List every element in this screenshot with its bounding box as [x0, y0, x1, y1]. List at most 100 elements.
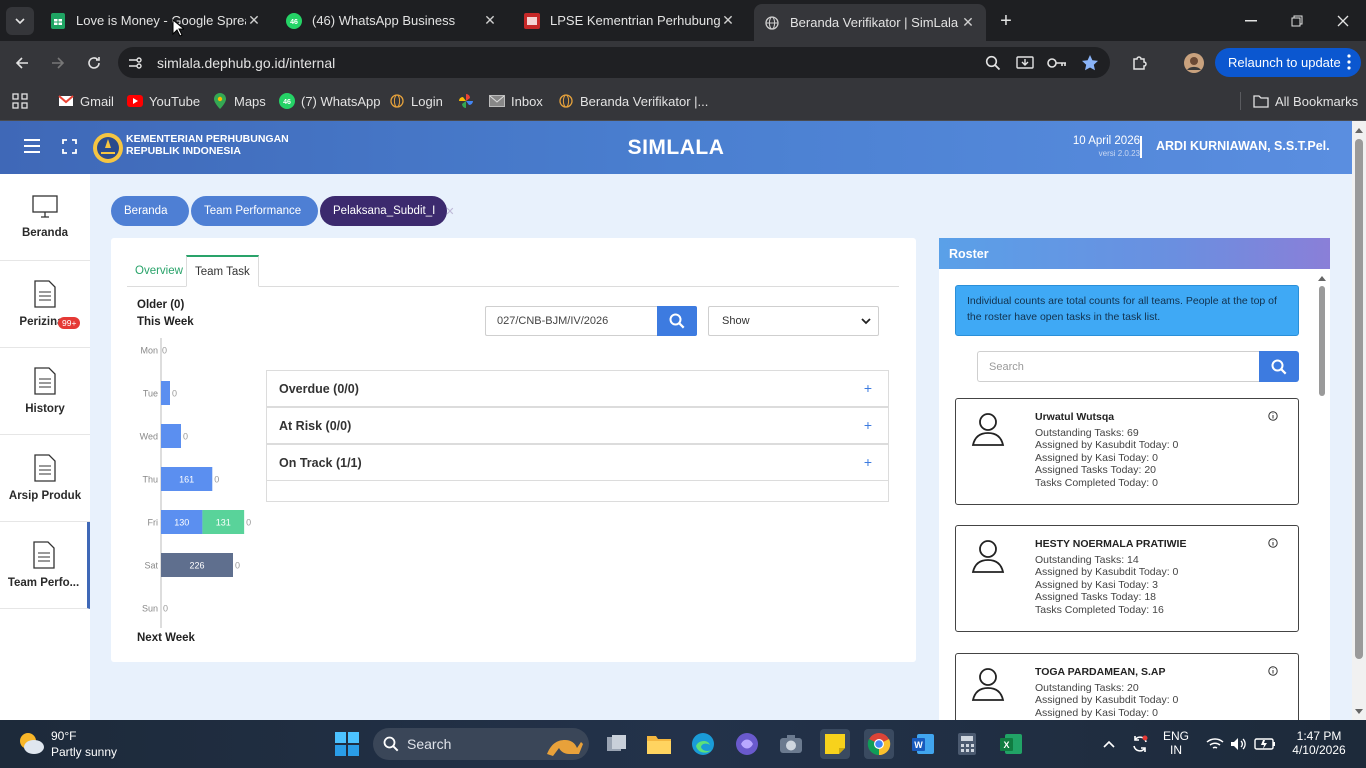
roster-person-card[interactable]: Urwatul Wutsqa Outstanding Tasks: 69 Ass… — [955, 398, 1299, 505]
tab-team-task[interactable]: Team Task — [186, 255, 259, 287]
browser-tab-sheets[interactable]: Love is Money - Google Spread ✕ — [40, 0, 272, 41]
relaunch-button[interactable]: Relaunch to update — [1215, 48, 1361, 77]
back-button[interactable] — [10, 51, 34, 75]
breadcrumb-beranda[interactable]: Beranda — [111, 196, 189, 226]
weather-sun-icon[interactable] — [16, 730, 46, 756]
word-icon[interactable]: W — [908, 729, 938, 759]
more-vert-icon — [1347, 54, 1351, 70]
info-circle-icon[interactable] — [1268, 666, 1278, 676]
roster-scrollbar[interactable] — [1316, 272, 1328, 720]
show-select[interactable]: Show — [708, 306, 879, 336]
bookmark-maps[interactable]: Maps — [212, 92, 266, 110]
mouse-cursor — [172, 19, 184, 37]
info-circle-icon[interactable] — [1268, 538, 1278, 548]
chevron-up-icon[interactable] — [1094, 729, 1124, 759]
profile-avatar[interactable] — [1182, 51, 1206, 75]
sticky-notes-icon[interactable] — [820, 729, 850, 759]
bookmark-beranda[interactable]: Beranda Verifikator |... — [558, 92, 708, 110]
close-tab-icon[interactable]: ✕ — [246, 12, 262, 29]
next-week-label[interactable]: Next Week — [137, 632, 195, 644]
sidebar-item-arsip-produk[interactable]: Arsip Produk — [0, 435, 90, 522]
system-clock[interactable]: 1:47 PM 4/10/2026 — [1284, 729, 1354, 757]
sidebar-item-history[interactable]: History — [0, 348, 90, 435]
document-icon — [34, 454, 56, 482]
info-circle-icon[interactable] — [1268, 411, 1278, 421]
vpn-app-icon[interactable] — [732, 729, 762, 759]
reload-button[interactable] — [82, 51, 106, 75]
person-name: Urwatul Wutsqa — [1035, 411, 1115, 423]
bookmark-whatsapp[interactable]: 46 (7) WhatsApp — [279, 92, 380, 110]
weather-desc[interactable]: Partly sunny — [51, 745, 117, 759]
browser-tab-whatsapp[interactable]: 46 (46) WhatsApp Business ✕ — [276, 0, 508, 41]
task-search-input[interactable]: 027/CNB-BJM/IV/2026 — [485, 306, 657, 336]
task-search-value: 027/CNB-BJM/IV/2026 — [497, 315, 609, 327]
accordion-at-risk[interactable]: At Risk (0/0) + — [266, 407, 889, 444]
restore-button[interactable] — [1274, 0, 1320, 41]
tab-search-button[interactable] — [6, 6, 34, 35]
excel-icon[interactable]: X — [996, 729, 1026, 759]
breadcrumb-label: Pelaksana_Subdit_I — [333, 205, 436, 217]
sidebar-item-perizinan[interactable]: Perizinan — [0, 261, 90, 348]
extensions-icon[interactable] — [1128, 51, 1152, 75]
sync-icon[interactable] — [1125, 729, 1155, 759]
day-tick-label: Fri — [148, 518, 159, 528]
file-explorer-icon[interactable] — [644, 729, 674, 759]
perizinan-badge: 99+ — [58, 317, 81, 329]
bookmark-inbox[interactable]: Inbox — [489, 92, 543, 110]
search-icon — [1271, 359, 1287, 374]
zoom-icon[interactable] — [981, 51, 1005, 75]
roster-search-input[interactable]: Search — [977, 351, 1259, 382]
breadcrumb-team-performance[interactable]: Team Performance — [191, 196, 318, 226]
older-label[interactable]: Older (0) — [137, 299, 184, 311]
close-tab-icon[interactable]: ✕ — [482, 12, 498, 29]
windows-start-icon[interactable] — [332, 729, 362, 759]
close-tab-icon[interactable]: ✕ — [960, 14, 976, 31]
close-window-button[interactable] — [1320, 0, 1366, 41]
sidebar-item-label: Arsip Produk — [8, 490, 82, 502]
forward-button[interactable] — [46, 51, 70, 75]
roster-info-alert: Individual counts are total counts for a… — [955, 285, 1299, 336]
accordion-on-track[interactable]: On Track (1/1) + — [266, 444, 889, 481]
browser-tab-lpse[interactable]: LPSE Kementrian Perhubungan ✕ — [514, 0, 746, 41]
task-search-button[interactable] — [657, 306, 697, 336]
bookmark-youtube[interactable]: YouTube — [127, 92, 200, 110]
close-breadcrumb-icon[interactable]: ✕ — [445, 205, 454, 218]
user-name[interactable]: ARDI KURNIAWAN, S.S.T.Pel. — [1156, 139, 1330, 153]
breadcrumb-pelaksana[interactable]: Pelaksana_Subdit_I ✕ — [320, 196, 455, 226]
roster-person-card[interactable]: TOGA PARDAMEAN, S.AP Outstanding Tasks: … — [955, 653, 1299, 720]
bookmark-login[interactable]: Login — [389, 92, 443, 110]
edge-icon[interactable] — [688, 729, 718, 759]
new-tab-button[interactable]: + — [995, 10, 1017, 32]
task-view-icon[interactable] — [602, 729, 632, 759]
browser-tab-simlala[interactable]: Beranda Verifikator | SimLala ✕ — [754, 4, 986, 41]
plus-icon: + — [863, 454, 872, 470]
all-bookmarks[interactable]: All Bookmarks — [1240, 92, 1358, 110]
tab-overview[interactable]: Overview — [127, 255, 191, 287]
roster-title: Roster — [939, 238, 1330, 269]
site-info-icon[interactable] — [123, 51, 147, 75]
sidebar-item-team-performance[interactable]: Team Perfo... — [0, 522, 90, 609]
bookmark-gmail[interactable]: Gmail — [58, 92, 114, 110]
reload-icon — [88, 57, 100, 69]
password-key-icon[interactable] — [1045, 51, 1069, 75]
apps-grid-icon[interactable] — [12, 92, 28, 110]
calculator-icon[interactable] — [952, 729, 982, 759]
close-tab-icon[interactable]: ✕ — [720, 12, 736, 29]
task-bar — [161, 424, 181, 448]
bookmark-star-icon[interactable] — [1078, 51, 1102, 75]
install-app-icon[interactable] — [1013, 51, 1037, 75]
accordion-overdue[interactable]: Overdue (0/0) + — [266, 370, 889, 407]
page-scrollbar[interactable] — [1352, 121, 1366, 720]
minimize-button[interactable] — [1228, 0, 1274, 41]
sidebar-item-beranda[interactable]: Beranda — [0, 174, 90, 261]
battery-icon[interactable] — [1250, 729, 1280, 759]
chrome-icon[interactable] — [864, 729, 894, 759]
language-indicator[interactable]: ENG IN — [1160, 729, 1192, 757]
camera-app-icon[interactable] — [776, 729, 806, 759]
roster-person-card[interactable]: HESTY NOERMALA PRATIWIE Outstanding Task… — [955, 525, 1299, 632]
roster-search-button[interactable] — [1259, 351, 1299, 382]
bookmark-pinwheel[interactable] — [458, 92, 480, 110]
whatsapp-icon: 46 — [279, 93, 295, 109]
taskbar-search[interactable]: Search — [373, 728, 589, 760]
weather-temp[interactable]: 90°F — [51, 729, 76, 743]
